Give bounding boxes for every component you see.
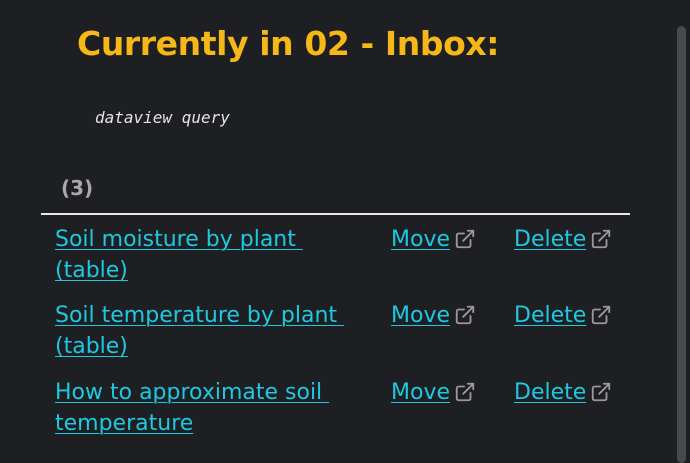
table-header-divider xyxy=(41,213,630,215)
scrollbar-thumb[interactable] xyxy=(677,26,686,463)
move-button[interactable]: Move xyxy=(391,300,476,331)
delete-button[interactable]: Delete xyxy=(514,377,612,408)
delete-button[interactable]: Delete xyxy=(514,224,612,255)
external-link-icon xyxy=(455,229,475,249)
external-link-icon xyxy=(455,305,475,325)
move-label: Move xyxy=(391,303,450,328)
external-link-icon xyxy=(592,382,611,402)
move-button[interactable]: Move xyxy=(391,224,476,255)
delete-label: Delete xyxy=(514,380,587,405)
move-label: Move xyxy=(391,380,450,405)
note-link[interactable]: Soil moisture by plant (table) xyxy=(55,224,355,286)
move-button[interactable]: Move xyxy=(391,377,476,408)
delete-button[interactable]: Delete xyxy=(514,300,612,331)
external-link-icon xyxy=(592,305,611,325)
external-link-icon xyxy=(592,229,611,249)
note-link[interactable]: Soil temperature by plant (table) xyxy=(55,300,355,362)
move-label: Move xyxy=(391,227,450,252)
dataview-code-block: dataview query xyxy=(95,108,230,127)
table-row: Soil temperature by plant (table) Move D… xyxy=(0,300,640,372)
table-row: Soil moisture by plant (table) Move Dele… xyxy=(0,224,640,296)
result-count: (3) xyxy=(61,176,94,200)
page-heading: Currently in 02 - Inbox: xyxy=(77,24,500,63)
table-row: How to approximate soil temperature Move… xyxy=(0,377,640,449)
scrollbar-track[interactable] xyxy=(672,0,690,463)
delete-label: Delete xyxy=(514,227,587,252)
external-link-icon xyxy=(455,382,475,402)
note-link[interactable]: How to approximate soil temperature xyxy=(55,377,355,439)
delete-label: Delete xyxy=(514,303,587,328)
note-view: Currently in 02 - Inbox: dataview query … xyxy=(0,0,690,463)
